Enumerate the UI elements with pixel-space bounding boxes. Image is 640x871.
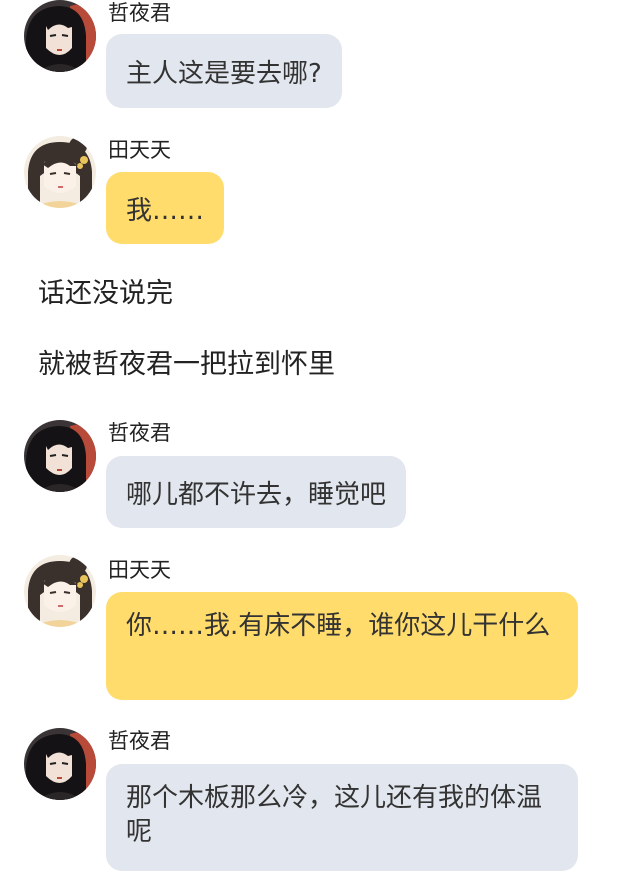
sender-name: 哲夜君 (108, 1, 171, 25)
sender-name: 哲夜君 (108, 421, 171, 445)
sender-name: 田天天 (108, 138, 171, 162)
message-bubble: 你……我.有床不睡，谁你这儿干什么 (106, 592, 578, 700)
avatar-zheyejun[interactable] (24, 420, 96, 492)
message-bubble: 主人这是要去哪? (106, 34, 342, 108)
message-bubble: 那个木板那么冷，这儿还有我的体温呢 (106, 764, 578, 871)
sender-name: 哲夜君 (108, 729, 171, 753)
narration-line: 话还没说完 (38, 278, 173, 309)
avatar-tiantiantian[interactable] (24, 136, 96, 208)
avatar-zheyejun[interactable] (24, 0, 96, 72)
message-bubble: 哪儿都不许去，睡觉吧 (106, 456, 407, 528)
sender-name: 田天天 (108, 558, 171, 582)
chat-screen: 哲夜君 主人这是要去哪? 田天天 我…… 话还没说完 就被哲夜君一把拉到怀里 哲… (0, 0, 640, 871)
narration-line: 就被哲夜君一把拉到怀里 (38, 349, 335, 380)
avatar-zheyejun[interactable] (24, 728, 96, 800)
avatar-tiantiantian[interactable] (24, 555, 96, 627)
message-bubble: 我…… (106, 172, 225, 244)
